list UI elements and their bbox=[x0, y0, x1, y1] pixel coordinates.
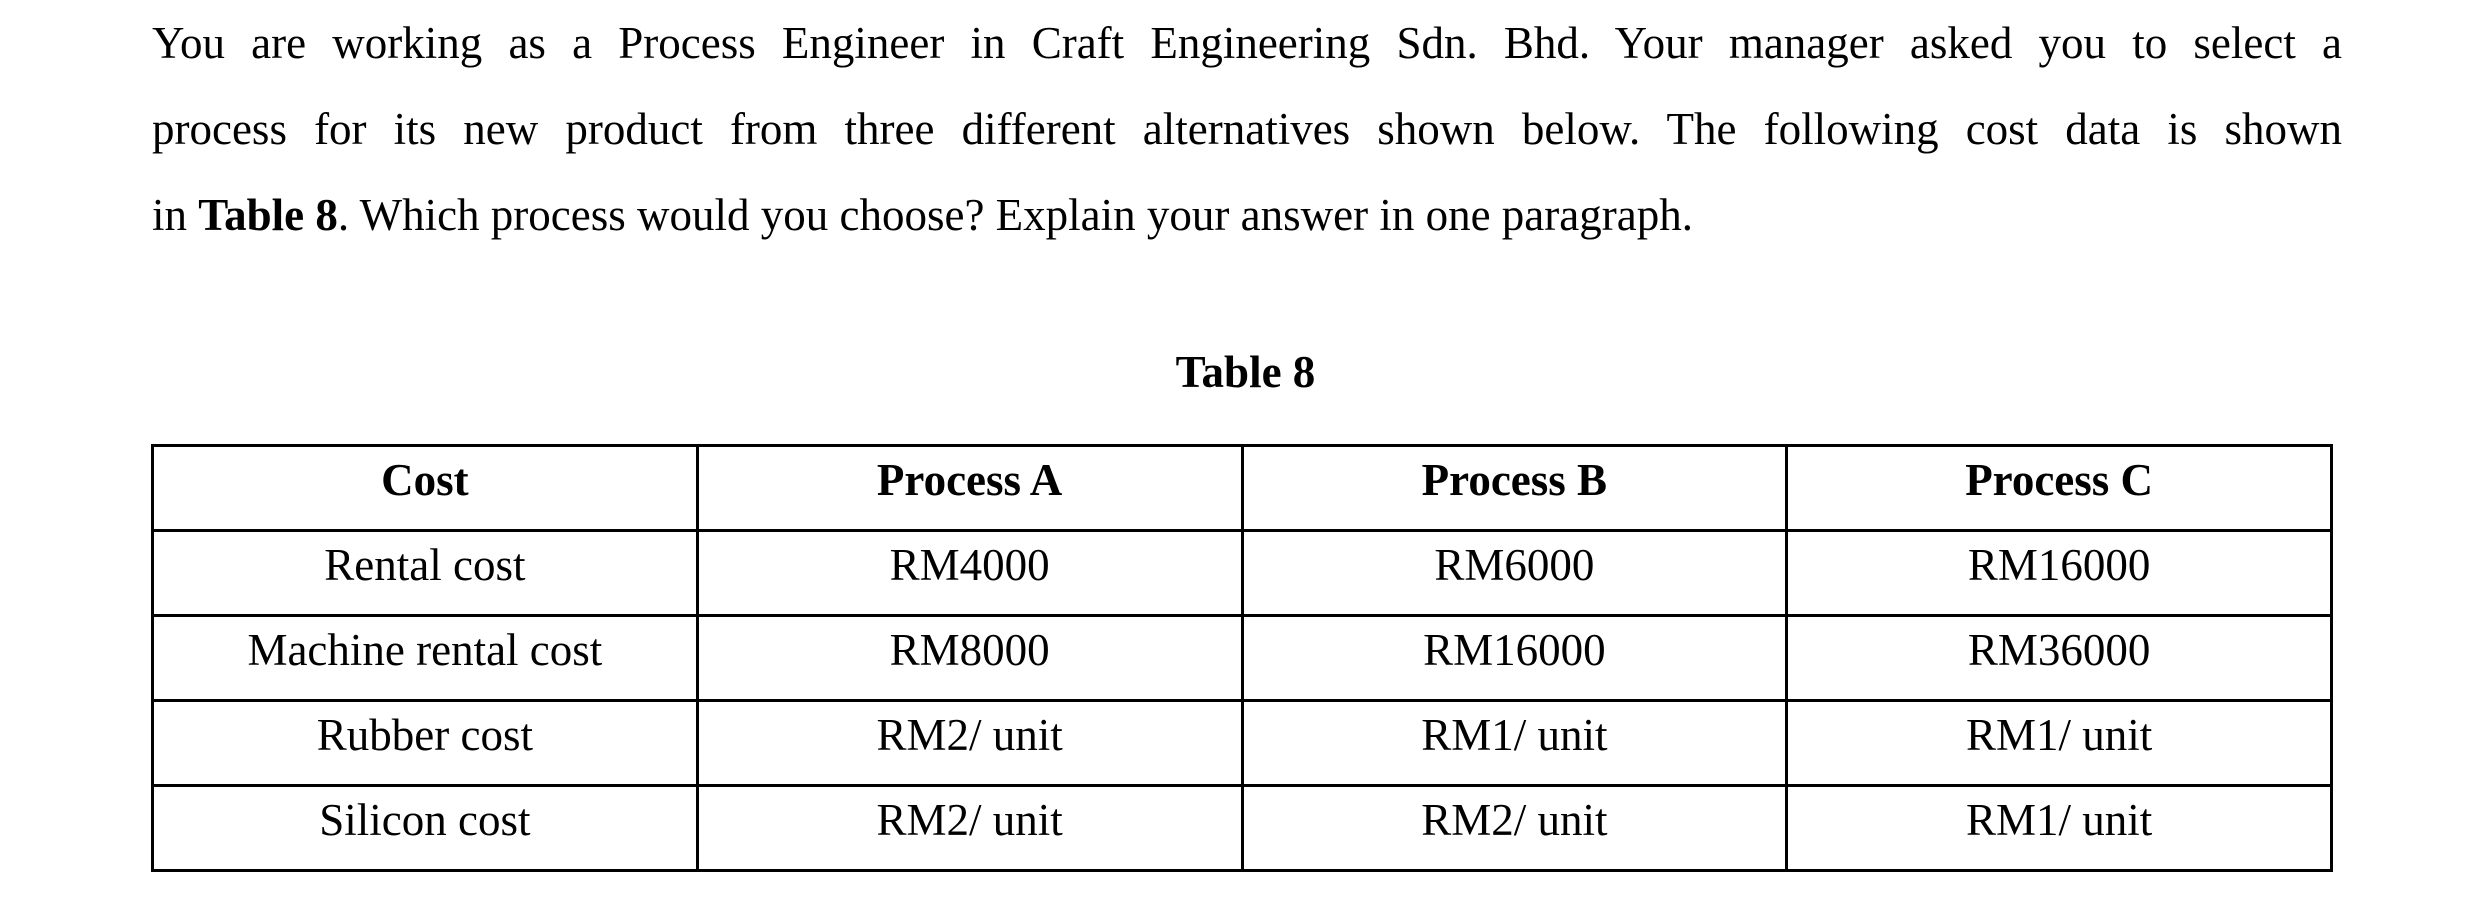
cell-process-c: RM1/ unit bbox=[1785, 699, 2333, 787]
table-row: Rubber cost RM2/ unit RM1/ unit RM1/ uni… bbox=[151, 699, 2333, 787]
cell-process-b: RM6000 bbox=[1240, 529, 1789, 617]
cell-process-b: RM16000 bbox=[1240, 614, 1789, 702]
cell-cost-label: Rubber cost bbox=[151, 699, 699, 787]
cell-process-c: RM16000 bbox=[1785, 529, 2333, 617]
cell-process-a: RM2/ unit bbox=[695, 699, 1244, 787]
cell-cost-label: Silicon cost bbox=[151, 784, 699, 872]
table-reference: Table 8 bbox=[198, 190, 338, 240]
header-process-b: Process B bbox=[1240, 444, 1789, 532]
question-line-3: in Table 8. Which process would you choo… bbox=[152, 172, 2342, 258]
cell-process-c: RM36000 bbox=[1785, 614, 2333, 702]
question-line-3-suffix: . Which process would you choose? Explai… bbox=[337, 190, 1693, 240]
cell-process-a: RM8000 bbox=[695, 614, 1244, 702]
cell-cost-label: Machine rental cost bbox=[151, 614, 699, 702]
table-row: Silicon cost RM2/ unit RM2/ unit RM1/ un… bbox=[151, 784, 2333, 872]
table-caption: Table 8 bbox=[1175, 347, 1316, 397]
cell-process-c: RM1/ unit bbox=[1785, 784, 2333, 872]
question-line-1: You are working as a Process Engineer in… bbox=[152, 18, 2342, 68]
header-cost: Cost bbox=[151, 444, 699, 532]
cell-process-a: RM4000 bbox=[695, 529, 1244, 617]
cell-process-a: RM2/ unit bbox=[695, 784, 1244, 872]
question-line-3-prefix: in bbox=[152, 190, 199, 240]
header-process-a: Process A bbox=[695, 444, 1244, 532]
cost-table: Cost Process A Process B Process C Renta… bbox=[151, 444, 2333, 872]
cell-cost-label: Rental cost bbox=[151, 529, 699, 617]
cell-process-b: RM2/ unit bbox=[1240, 784, 1789, 872]
cell-process-b: RM1/ unit bbox=[1240, 699, 1789, 787]
table-row: Machine rental cost RM8000 RM16000 RM360… bbox=[151, 614, 2333, 702]
table-header-row: Cost Process A Process B Process C bbox=[151, 444, 2333, 532]
question-line-2: process for its new product from three d… bbox=[152, 104, 2342, 154]
table-row: Rental cost RM4000 RM6000 RM16000 bbox=[151, 529, 2333, 617]
header-process-c: Process C bbox=[1785, 444, 2333, 532]
question-paragraph: You are working as a Process Engineer in… bbox=[152, 0, 2342, 258]
